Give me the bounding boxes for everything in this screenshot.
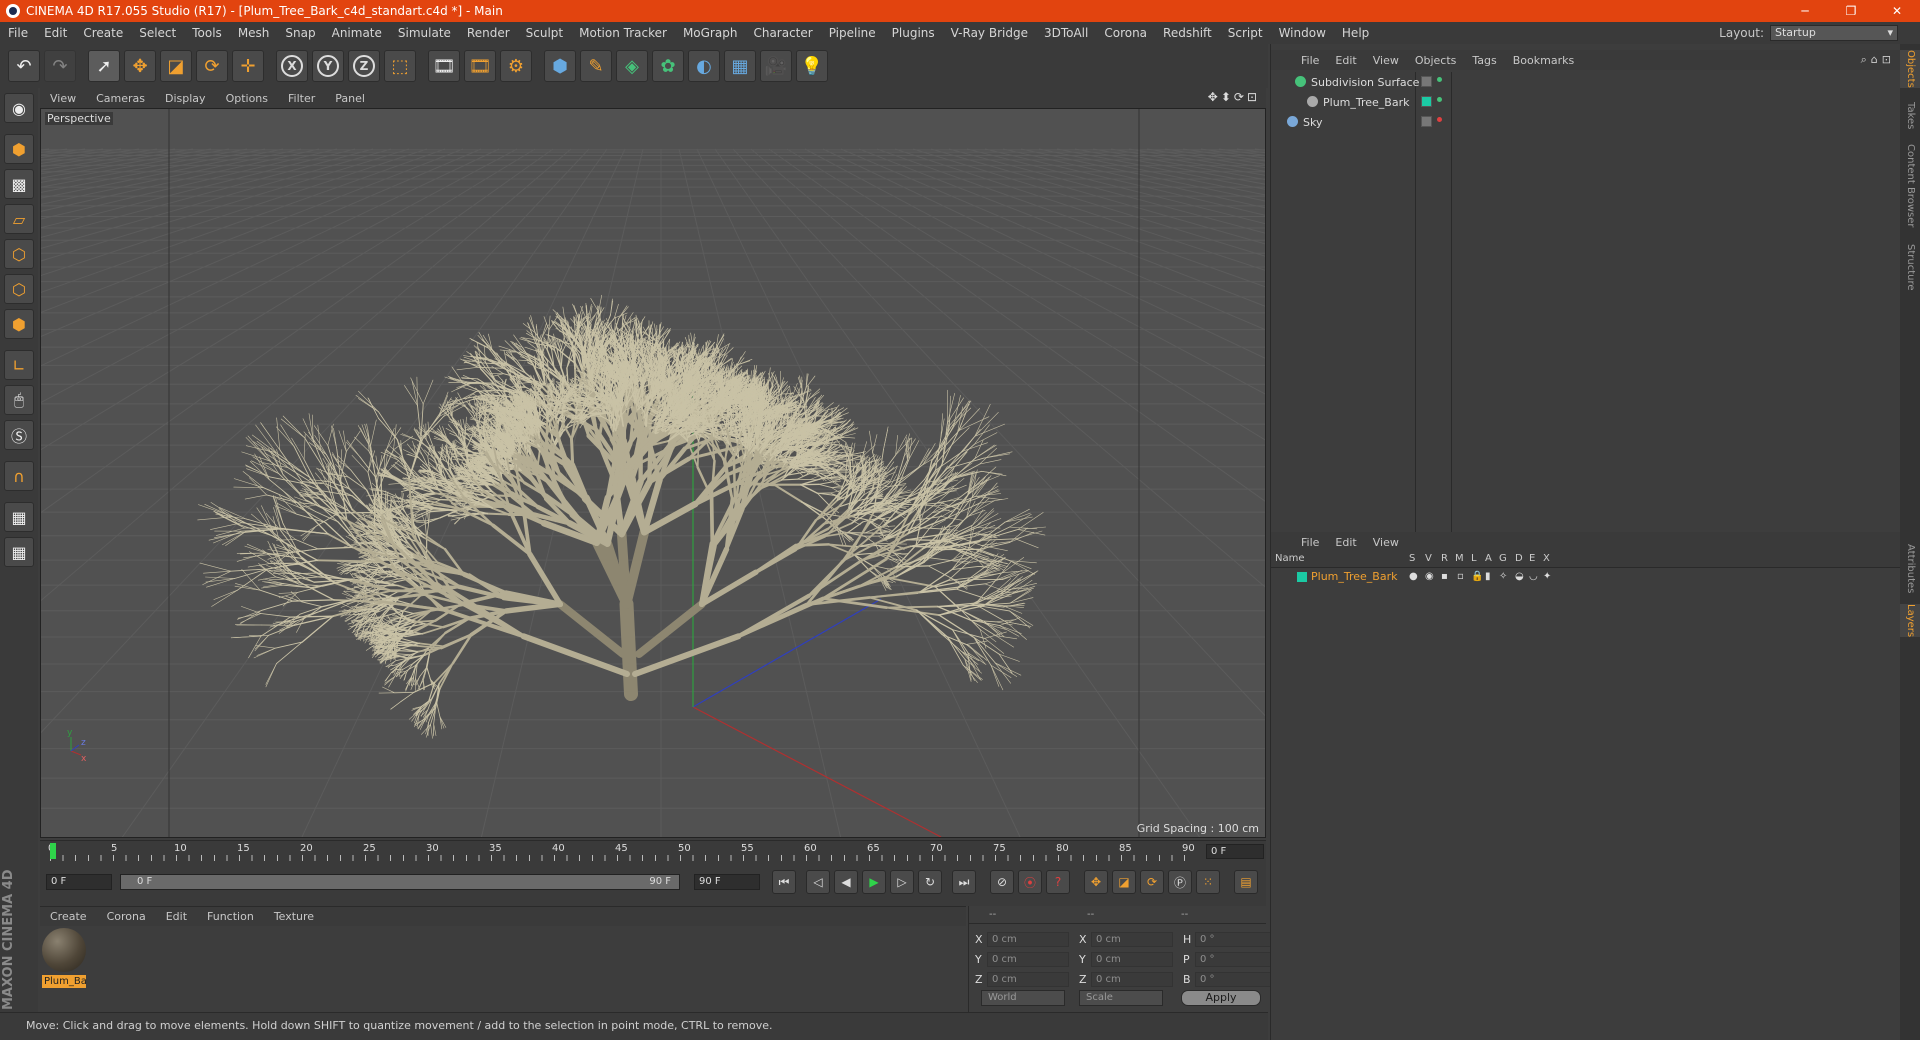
layout-selector: Layout: Startup [1719,25,1898,41]
viewport-menu-cameras[interactable]: Cameras [86,92,155,105]
pen-icon[interactable]: ✎ [580,50,612,82]
menu-script[interactable]: Script [1220,26,1271,40]
soft-selection-icon[interactable]: Ⓢ [4,420,34,450]
menu-pipeline[interactable]: Pipeline [821,26,884,40]
polygons-mode-icon[interactable]: ⬢ [4,309,34,339]
menu-v-ray-bridge[interactable]: V-Ray Bridge [943,26,1036,40]
menu-motion-tracker[interactable]: Motion Tracker [571,26,675,40]
menu-help[interactable]: Help [1334,26,1377,40]
main-menubar: File Edit Create Select Tools Mesh Snap Animate… [0,22,1920,44]
viewport-menu-filter[interactable]: Filter [278,92,325,105]
menu-character[interactable]: Character [745,26,820,40]
viewport-menu-display[interactable]: Display [155,92,216,105]
coordinate-system-icon[interactable]: ⬚ [384,50,416,82]
edit-render-settings-icon[interactable]: ⚙ [500,50,532,82]
make-editable-icon[interactable]: ◉ [4,93,34,123]
redo-icon[interactable]: ↷ [44,50,76,82]
light-icon[interactable]: 💡 [796,50,828,82]
tweak-mode-icon[interactable]: 🖱 [4,385,34,415]
snap-icon[interactable]: ∩ [4,461,34,491]
menu-tools[interactable]: Tools [184,26,230,40]
render-picture-viewer-icon[interactable]: 🎞 [464,50,496,82]
menu-mograph[interactable]: MoGraph [675,26,746,40]
model-mode-icon[interactable]: ⬢ [4,134,34,164]
menu-sculpt[interactable]: Sculpt [518,26,571,40]
window-controls: ─ ❐ ✕ [1782,0,1920,22]
menu-snap[interactable]: Snap [277,26,323,40]
live-selection-icon[interactable]: ➚ [88,50,120,82]
layout-dropdown[interactable]: Startup [1770,25,1898,41]
rotate-icon[interactable]: ⟳ [196,50,228,82]
y-axis-icon[interactable]: Y [312,50,344,82]
menu-simulate[interactable]: Simulate [390,26,459,40]
tree-branch [633,402,638,430]
title-bar: CINEMA 4D R17.055 Studio (R17) - [Plum_T… [0,0,1920,22]
viewport-menu-panel[interactable]: Panel [325,92,375,105]
menu-window[interactable]: Window [1271,26,1334,40]
workplane-icon[interactable]: ▱ [4,204,34,234]
axis-mode-icon[interactable]: ∟ [4,350,34,380]
viewport-menu-options[interactable]: Options [216,92,278,105]
cinema4d-app-icon [6,4,20,18]
window-title: CINEMA 4D R17.055 Studio (R17) - [Plum_T… [26,4,503,18]
menu-3dtoall[interactable]: 3DToAll [1036,26,1096,40]
restore-button[interactable]: ❐ [1828,0,1874,22]
menu-file[interactable]: File [0,26,36,40]
viewport-menubar: View Cameras Display Options Filter Panel ✥⬍⟳⊡ [40,88,1266,108]
menu-create[interactable]: Create [75,26,131,40]
menu-mesh[interactable]: Mesh [230,26,278,40]
edges-mode-icon[interactable]: ⬡ [4,274,34,304]
minimize-button[interactable]: ─ [1782,0,1828,22]
move-icon[interactable]: ✥ [124,50,156,82]
undo-icon[interactable]: ↶ [8,50,40,82]
layout-label: Layout: [1719,26,1764,40]
menu-render[interactable]: Render [459,26,518,40]
points-mode-icon[interactable]: ⬡ [4,239,34,269]
z-axis-icon[interactable]: Z [348,50,380,82]
subdivision-icon[interactable]: ◈ [616,50,648,82]
viewport-navigation-icons[interactable]: ✥⬍⟳⊡ [1208,90,1260,104]
render-view-icon[interactable]: 🎞 [428,50,460,82]
deformer-icon[interactable]: ◐ [688,50,720,82]
scale-icon[interactable]: ◪ [160,50,192,82]
menu-select[interactable]: Select [131,26,184,40]
workplane-lock-icon[interactable]: ▦ [4,502,34,532]
viewport-canvas: yzx [41,109,1265,837]
menu-plugins[interactable]: Plugins [884,26,943,40]
floor-icon[interactable]: ▦ [724,50,756,82]
x-axis-icon[interactable]: X [276,50,308,82]
cloner-icon[interactable]: ✿ [652,50,684,82]
tree-branch [619,597,638,701]
recent-tools-icon[interactable]: ✛ [232,50,264,82]
viewport-menu-view[interactable]: View [40,92,86,105]
menu-corona[interactable]: Corona [1096,26,1155,40]
perspective-viewport[interactable]: yzx Perspective Grid Spacing : 100 cm [40,108,1266,838]
menu-redshift[interactable]: Redshift [1155,26,1220,40]
menu-edit[interactable]: Edit [36,26,75,40]
cube-icon[interactable]: ⬢ [544,50,576,82]
main-toolbar: ↶ ↷ ➚ ✥ ◪ ⟳ ✛ X Y Z ⬚ 🎞 🎞 ⚙ ⬢ ✎ ◈ ✿ ◐ ▦ … [0,44,1268,88]
planar-workplane-icon[interactable]: ▦ [4,537,34,567]
texture-mode-icon[interactable]: ▩ [4,169,34,199]
camera-icon[interactable]: 🎥 [760,50,792,82]
menu-animate[interactable]: Animate [324,26,390,40]
close-button[interactable]: ✕ [1874,0,1920,22]
